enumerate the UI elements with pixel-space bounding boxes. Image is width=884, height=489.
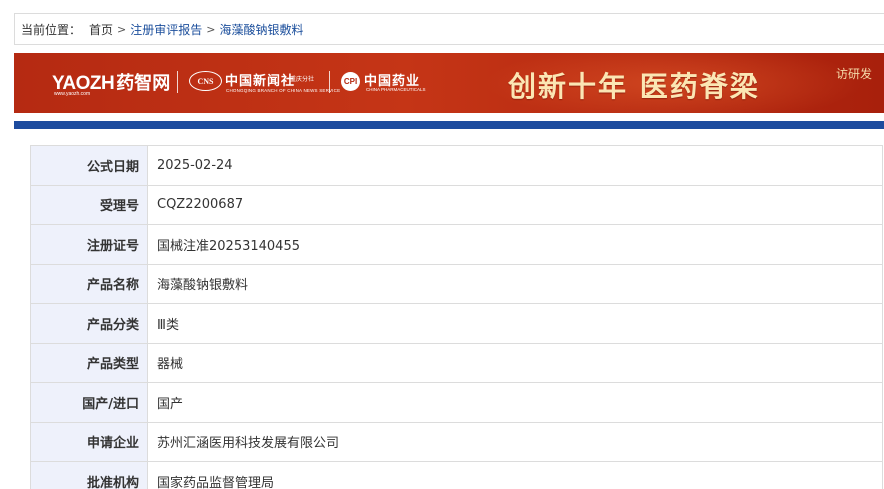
- field-label-product-type: 产品类型: [30, 342, 148, 383]
- cns-branch: 重庆分社: [290, 76, 315, 83]
- detail-table: 公式日期 2025-02-24 受理号 CQZ2200687 注册证号 国械注准…: [30, 145, 883, 489]
- banner-slogan: 创新十年 医药脊梁: [508, 70, 760, 103]
- promo-banner[interactable]: YAOZH 药智网 www.yaozh.com CNS 中国新闻社 重庆分社 C…: [14, 53, 884, 113]
- field-label-publish-date: 公式日期: [30, 145, 148, 186]
- banner-divider: [177, 71, 178, 93]
- field-value-publish-date: 2025-02-24: [147, 145, 883, 186]
- field-value-registration-no: 国械注准20253140455: [147, 224, 883, 265]
- field-label-product-name: 产品名称: [30, 263, 148, 304]
- field-value-product-name: 海藻酸钠银敷料: [147, 263, 883, 304]
- field-label-approval-authority: 批准机构: [30, 461, 148, 489]
- field-value-applicant: 苏州汇涵医用科技发展有限公司: [147, 421, 883, 462]
- breadcrumb: 当前位置： 首页 > 注册审评报告 > 海藻酸钠银敷料: [14, 13, 884, 45]
- cns-logo-icon: CNS: [189, 71, 222, 91]
- cns-english-name: CHONGQING BRANCH OF CHINA NEWS SERVICE: [226, 88, 341, 93]
- section-divider-bar: [14, 121, 884, 129]
- table-row: 注册证号 国械注准20253140455: [30, 224, 883, 265]
- field-value-product-type: 器械: [147, 342, 883, 383]
- chevron-right-icon: >: [117, 22, 127, 36]
- table-row: 公式日期 2025-02-24: [30, 145, 883, 186]
- yaozh-logo-cn: 药智网: [116, 73, 171, 94]
- field-label-registration-no: 注册证号: [30, 224, 148, 265]
- cns-name: 中国新闻社: [225, 74, 296, 89]
- field-value-origin: 国产: [147, 382, 883, 423]
- field-label-origin: 国产/进口: [30, 382, 148, 423]
- table-row: 产品名称 海藻酸钠银敷料: [30, 263, 883, 304]
- field-value-acceptance-no: CQZ2200687: [147, 184, 883, 225]
- field-label-product-class: 产品分类: [30, 303, 148, 344]
- table-row: 批准机构 国家药品监督管理局: [30, 461, 883, 489]
- cpi-english-name: CHINA PHARMACEUTICALS: [366, 87, 426, 92]
- table-row: 产品类型 器械: [30, 342, 883, 383]
- field-value-approval-authority: 国家药品监督管理局: [147, 461, 883, 489]
- breadcrumb-current-page-link[interactable]: 海藻酸钠银敷料: [219, 21, 303, 38]
- breadcrumb-home-link[interactable]: 首页: [89, 21, 113, 38]
- yaozh-url: www.yaozh.com: [54, 91, 91, 97]
- table-row: 受理号 CQZ2200687: [30, 184, 883, 225]
- field-label-acceptance-no: 受理号: [30, 184, 148, 225]
- banner-divider: [329, 71, 330, 93]
- banner-right-text: 访研发: [836, 67, 873, 81]
- field-value-product-class: Ⅲ类: [147, 303, 883, 344]
- table-row: 申请企业 苏州汇涵医用科技发展有限公司: [30, 421, 883, 462]
- field-label-applicant: 申请企业: [30, 421, 148, 462]
- cpi-logo-icon: CPI: [341, 72, 360, 91]
- breadcrumb-review-report-link[interactable]: 注册审评报告: [130, 21, 202, 38]
- chevron-right-icon: >: [206, 22, 216, 36]
- table-row: 国产/进口 国产: [30, 382, 883, 423]
- table-row: 产品分类 Ⅲ类: [30, 303, 883, 344]
- breadcrumb-label: 当前位置：: [21, 22, 82, 37]
